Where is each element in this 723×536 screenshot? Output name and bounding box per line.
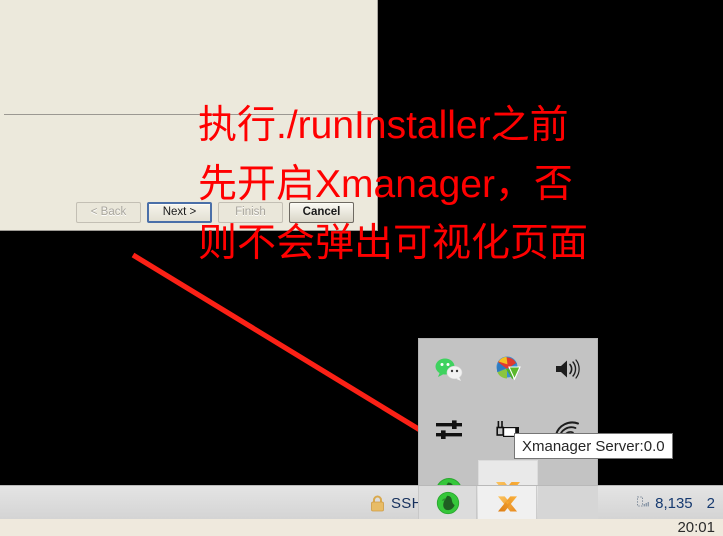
tray-item-idm[interactable]	[478, 339, 537, 400]
annotation-text: 执行./runInstaller之前 先开启Xmanager，否 则不会弹出可视…	[198, 96, 723, 273]
idm-icon	[496, 356, 521, 381]
tooltip-label: Xmanager Server:0.0	[522, 437, 665, 455]
taskbar: SSH 8,135 2	[0, 485, 723, 520]
taskbar-button-evernote[interactable]	[418, 486, 477, 520]
wechat-icon	[435, 358, 462, 382]
padlock-icon	[371, 495, 384, 511]
taskbar-button-xmanager[interactable]	[478, 486, 537, 520]
next-button-label: Next >	[162, 205, 197, 218]
tray-item-wechat[interactable]	[419, 339, 478, 400]
tray-item-equalizer[interactable]	[419, 400, 478, 461]
network-traffic-indicator[interactable]: 8,135	[637, 495, 693, 512]
taskbar-ssh-indicator[interactable]: SSH	[370, 486, 423, 520]
annotation-line-3: 则不会弹出可视化页面	[198, 222, 589, 265]
volume-icon	[556, 359, 580, 379]
evernote-icon	[436, 491, 459, 515]
xmanager-icon	[497, 495, 517, 511]
taskbar-status-area: 8,135 2	[637, 486, 719, 520]
equalizer-icon	[435, 420, 462, 439]
tray-item-volume[interactable]	[538, 339, 597, 400]
annotation-line-1: 执行./runInstaller之前	[198, 104, 569, 147]
network-meter-icon	[637, 496, 650, 507]
back-button[interactable]: < Back	[76, 202, 141, 223]
network-count-label: 8,135	[655, 494, 693, 512]
xmanager-tooltip: Xmanager Server:0.0	[514, 433, 673, 459]
clock-time: 20:01	[677, 519, 715, 536]
desktop-strip: 20:01	[0, 519, 723, 536]
back-button-label: < Back	[90, 205, 127, 218]
clock[interactable]: 20:01	[677, 519, 715, 536]
network-secondary-label: 2	[706, 494, 715, 512]
annotation-line-2: 先开启Xmanager，否	[198, 163, 573, 206]
taskbar-button-empty	[538, 486, 598, 520]
desktop-screen: < Back Next > Finish Cancel 执行./runInsta…	[0, 0, 723, 536]
